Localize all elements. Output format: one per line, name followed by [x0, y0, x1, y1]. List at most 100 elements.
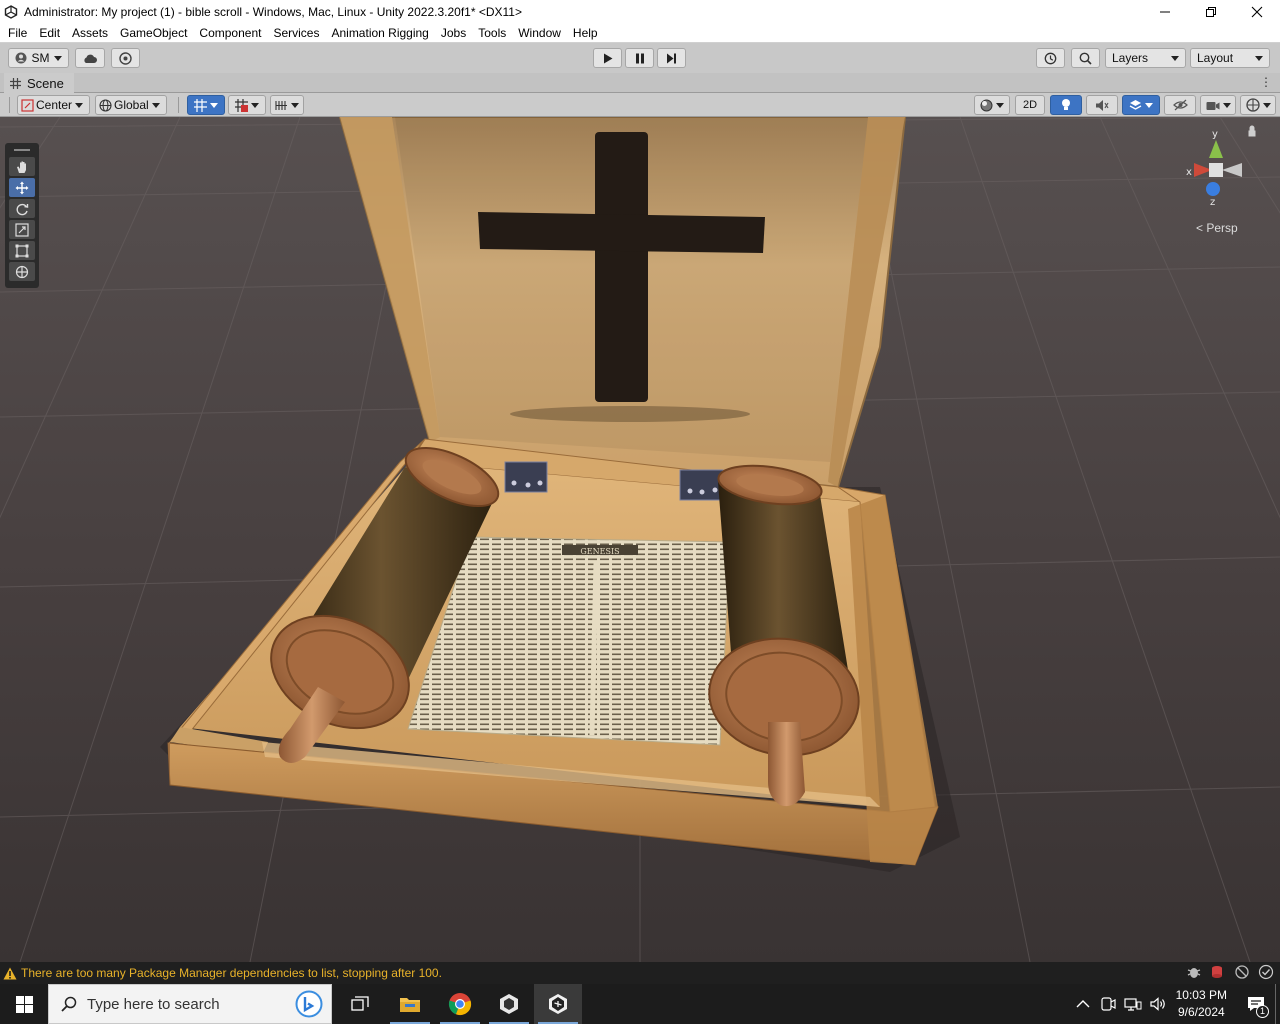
start-button[interactable]	[0, 984, 48, 1024]
restore-button[interactable]	[1188, 0, 1234, 23]
move-tool-button[interactable]	[9, 178, 35, 197]
scale-tool-button[interactable]	[9, 220, 35, 239]
draw-mode-dropdown[interactable]	[974, 95, 1010, 115]
rect-tool-button[interactable]	[9, 241, 35, 260]
close-button[interactable]	[1234, 0, 1280, 23]
grid-snapping-button[interactable]	[187, 95, 225, 115]
console-status-bar[interactable]: There are too many Package Manager depen…	[0, 962, 1280, 984]
orientation-gizmo[interactable]: y x z < Persp	[1176, 125, 1264, 235]
rotate-icon	[16, 203, 29, 215]
status-message: There are too many Package Manager depen…	[21, 966, 442, 980]
chevron-down-icon	[291, 102, 299, 108]
gizmos-dropdown[interactable]	[1240, 95, 1276, 115]
tab-scene[interactable]: Scene	[4, 73, 74, 93]
toggle-2d-button[interactable]: 2D	[1015, 95, 1045, 115]
gizmo-axis-x: x	[1186, 167, 1192, 178]
pivot-mode-dropdown[interactable]: Center	[17, 95, 90, 115]
file-explorer-button[interactable]	[386, 984, 434, 1024]
task-view-button[interactable]	[336, 984, 384, 1024]
scene-visibility-button[interactable]	[1164, 95, 1196, 115]
scene-tab-strip: Scene ⋮	[0, 73, 1280, 93]
unity-icon	[549, 994, 567, 1014]
menu-file[interactable]: File	[2, 23, 33, 43]
warning-icon	[3, 967, 17, 979]
chrome-button[interactable]	[436, 984, 484, 1024]
volume-icon[interactable]	[1150, 997, 1168, 1011]
tools-drag-handle[interactable]	[14, 149, 30, 151]
pivot-mode-label: Center	[36, 98, 73, 112]
unity-editor-button[interactable]	[534, 984, 582, 1024]
menu-component[interactable]: Component	[193, 23, 267, 43]
effects-dropdown[interactable]	[1122, 95, 1160, 115]
chevron-down-icon	[75, 102, 84, 108]
chevron-down-icon	[1145, 102, 1153, 108]
network-icon[interactable]	[1124, 997, 1142, 1011]
notification-badge: 1	[1256, 1005, 1269, 1018]
hand-tool-button[interactable]	[9, 157, 35, 176]
toggle-2d-label: 2D	[1022, 99, 1038, 111]
scene-tools-panel	[5, 143, 39, 288]
globe-icon	[99, 98, 112, 112]
pivot-rotation-dropdown[interactable]: Global	[95, 95, 167, 115]
system-tray: 10:03 PM 9/6/2024 1	[1076, 984, 1280, 1024]
windows-logo-icon	[15, 995, 33, 1013]
projection-label[interactable]: < Persp	[1196, 221, 1238, 235]
menu-window[interactable]: Window	[512, 23, 567, 43]
gizmo-globe-icon	[1245, 98, 1260, 112]
layers-label: Layers	[1112, 51, 1149, 65]
menu-services[interactable]: Services	[267, 23, 325, 43]
minimize-button[interactable]	[1142, 0, 1188, 23]
menu-help[interactable]: Help	[567, 23, 604, 43]
unity-hub-button[interactable]	[485, 984, 533, 1024]
layers-dropdown[interactable]: Layers	[1105, 48, 1186, 68]
menu-assets[interactable]: Assets	[66, 23, 114, 43]
collab-button[interactable]	[111, 48, 140, 68]
light-bulb-icon	[1062, 99, 1070, 110]
search-button[interactable]	[1071, 48, 1100, 68]
cloud-icon	[84, 54, 97, 63]
task-view-icon	[351, 996, 369, 1011]
undo-history-button[interactable]	[1036, 48, 1065, 68]
grid-visibility-button[interactable]	[228, 95, 266, 115]
camera-icon	[1206, 101, 1219, 110]
cache-server-icon[interactable]	[1210, 964, 1226, 980]
chevron-up-icon[interactable]	[1076, 999, 1090, 1009]
chrome-icon	[448, 993, 472, 1016]
bug-report-icon[interactable]	[1234, 964, 1250, 980]
increment-snap-button[interactable]	[270, 95, 304, 115]
menu-edit[interactable]: Edit	[33, 23, 66, 43]
taskbar-search-box[interactable]: Type here to search	[48, 984, 332, 1024]
bing-icon	[295, 990, 323, 1018]
taskbar-clock[interactable]: 10:03 PM 9/6/2024	[1176, 987, 1227, 1021]
step-icon	[667, 53, 676, 63]
menu-gameobject[interactable]: GameObject	[114, 23, 193, 43]
clock-time: 10:03 PM	[1175, 988, 1227, 1002]
lighting-toggle-button[interactable]	[1050, 95, 1082, 115]
move-arrows-icon	[15, 181, 29, 194]
meet-now-icon[interactable]	[1100, 997, 1116, 1011]
clock-date: 9/6/2024	[1177, 1005, 1225, 1019]
cloud-button[interactable]	[75, 48, 105, 68]
close-icon	[1251, 6, 1263, 17]
more-options-icon[interactable]: ⋮	[1260, 75, 1272, 89]
grid-icon	[235, 98, 248, 112]
play-button[interactable]	[593, 48, 622, 68]
debug-bug-icon[interactable]	[1186, 964, 1202, 980]
step-button[interactable]	[657, 48, 686, 68]
menu-jobs[interactable]: Jobs	[435, 23, 472, 43]
rotate-tool-button[interactable]	[9, 199, 35, 218]
layout-dropdown[interactable]: Layout	[1190, 48, 1270, 68]
audio-toggle-button[interactable]	[1086, 95, 1118, 115]
account-icon	[15, 52, 27, 64]
checkmark-circle-icon[interactable]	[1258, 964, 1274, 980]
scene-viewport[interactable]: GENESIS y x z < Persp	[0, 117, 1280, 962]
account-dropdown[interactable]: SM	[8, 48, 69, 68]
pause-button[interactable]	[625, 48, 654, 68]
eye-slash-icon	[1172, 99, 1188, 111]
action-center-button[interactable]: 1	[1237, 984, 1275, 1024]
menu-animation-rigging[interactable]: Animation Rigging	[325, 23, 434, 43]
show-desktop-button[interactable]	[1275, 984, 1280, 1024]
scene-camera-dropdown[interactable]	[1200, 95, 1236, 115]
transform-tool-button[interactable]	[9, 262, 35, 281]
menu-tools[interactable]: Tools	[472, 23, 512, 43]
